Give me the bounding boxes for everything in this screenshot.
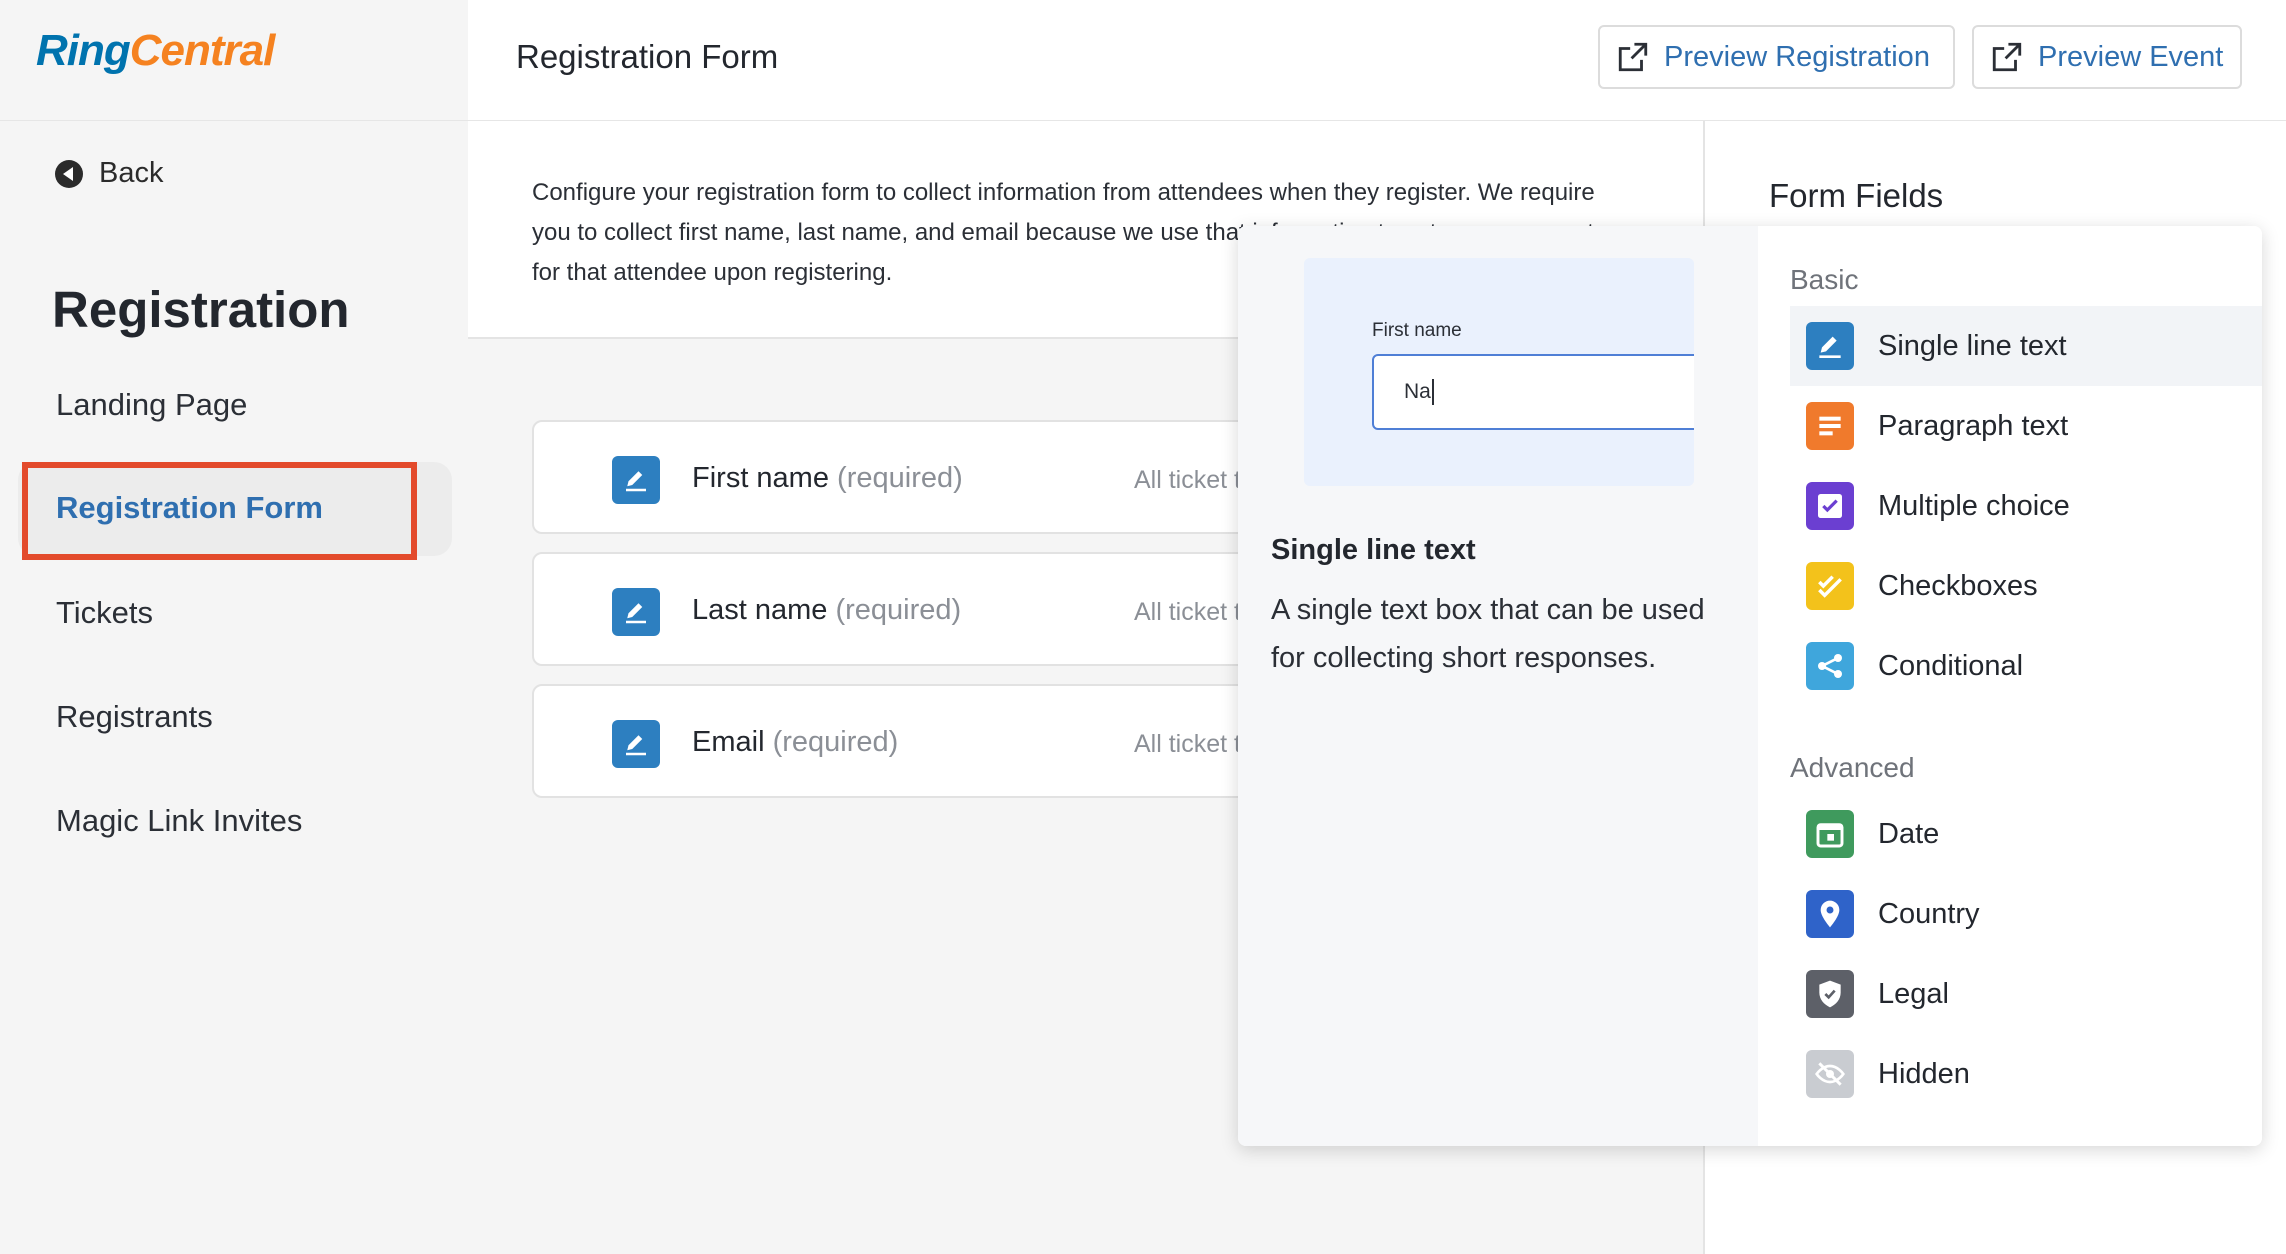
field-type-single-line-text[interactable]: Single line text bbox=[1790, 306, 2262, 386]
sidebar-item-landing-page[interactable]: Landing Page bbox=[56, 387, 247, 423]
basic-group-title: Basic bbox=[1790, 264, 1859, 295]
back-arrow-icon bbox=[55, 159, 83, 188]
sidebar-item-tickets[interactable]: Tickets bbox=[56, 595, 153, 631]
field-types-list: Basic Single line text Paragraph text Mu… bbox=[1758, 226, 2262, 1146]
text-caret bbox=[1431, 379, 1434, 405]
field-type-conditional[interactable]: Conditional bbox=[1790, 626, 2262, 706]
field-preview-pane: First name Na Single line text A single … bbox=[1238, 226, 1758, 1146]
advanced-group-title: Advanced bbox=[1790, 752, 1915, 783]
field-tickets: All ticket t bbox=[1134, 598, 1241, 626]
edit-icon bbox=[612, 720, 660, 768]
field-type-multiple-choice[interactable]: Multiple choice bbox=[1790, 466, 2262, 546]
paragraph-icon bbox=[1806, 402, 1854, 450]
form-fields-title: Form Fields bbox=[1769, 177, 1944, 214]
field-type-popover: First name Na Single line text A single … bbox=[1238, 226, 2262, 1146]
eye-off-icon bbox=[1806, 1050, 1854, 1098]
shield-check-icon bbox=[1806, 970, 1854, 1018]
branch-icon bbox=[1806, 642, 1854, 690]
field-type-checkboxes[interactable]: Checkboxes bbox=[1790, 546, 2262, 626]
field-type-paragraph-text[interactable]: Paragraph text bbox=[1790, 386, 2262, 466]
calendar-icon bbox=[1806, 810, 1854, 858]
field-type-legal[interactable]: Legal bbox=[1790, 954, 2262, 1034]
preview-registration-label: Preview Registration bbox=[1664, 40, 1930, 73]
sidebar-item-registrants[interactable]: Registrants bbox=[56, 699, 213, 735]
page-title: Registration Form bbox=[516, 38, 779, 75]
field-label: Email (required) bbox=[692, 726, 899, 758]
preview-registration-button[interactable]: Preview Registration bbox=[1598, 25, 1955, 89]
field-type-date[interactable]: Date bbox=[1790, 794, 2262, 874]
field-tickets: All ticket t bbox=[1134, 466, 1241, 494]
back-label: Back bbox=[99, 157, 164, 189]
preview-description: A single text box that can be used for c… bbox=[1271, 594, 1705, 674]
edit-icon bbox=[612, 588, 660, 636]
sidebar-item-registration-form[interactable]: Registration Form bbox=[56, 490, 323, 526]
preview-event-button[interactable]: Preview Event bbox=[1972, 25, 2242, 89]
edit-icon bbox=[1806, 322, 1854, 370]
logo-area: RingCentral bbox=[0, 0, 468, 121]
location-pin-icon bbox=[1806, 890, 1854, 938]
back-link[interactable]: Back bbox=[55, 157, 163, 190]
field-preview-card: First name Na bbox=[1304, 258, 1694, 486]
field-label: Last name (required) bbox=[692, 594, 962, 626]
preview-text-input: Na bbox=[1372, 354, 1694, 430]
preview-event-label: Preview Event bbox=[2038, 40, 2224, 73]
preview-title: Single line text bbox=[1271, 534, 1476, 566]
sidebar: RingCentral Back Registration Landing Pa… bbox=[0, 0, 468, 1254]
sidebar-item-magic-link-invites[interactable]: Magic Link Invites bbox=[56, 803, 302, 839]
field-label: First name (required) bbox=[692, 462, 963, 494]
checkbox-icon bbox=[1806, 482, 1854, 530]
ringcentral-logo[interactable]: RingCentral bbox=[36, 26, 275, 76]
field-type-hidden[interactable]: Hidden bbox=[1790, 1034, 2262, 1114]
external-link-icon bbox=[1618, 42, 1648, 72]
external-link-icon bbox=[1992, 42, 2022, 72]
double-check-icon bbox=[1806, 562, 1854, 610]
edit-icon bbox=[612, 456, 660, 504]
preview-field-label: First name bbox=[1372, 320, 1462, 341]
section-title: Registration bbox=[52, 281, 350, 338]
field-tickets: All ticket t bbox=[1134, 730, 1241, 758]
field-type-country[interactable]: Country bbox=[1790, 874, 2262, 954]
header: Registration Form Preview Registration P… bbox=[468, 0, 2286, 121]
